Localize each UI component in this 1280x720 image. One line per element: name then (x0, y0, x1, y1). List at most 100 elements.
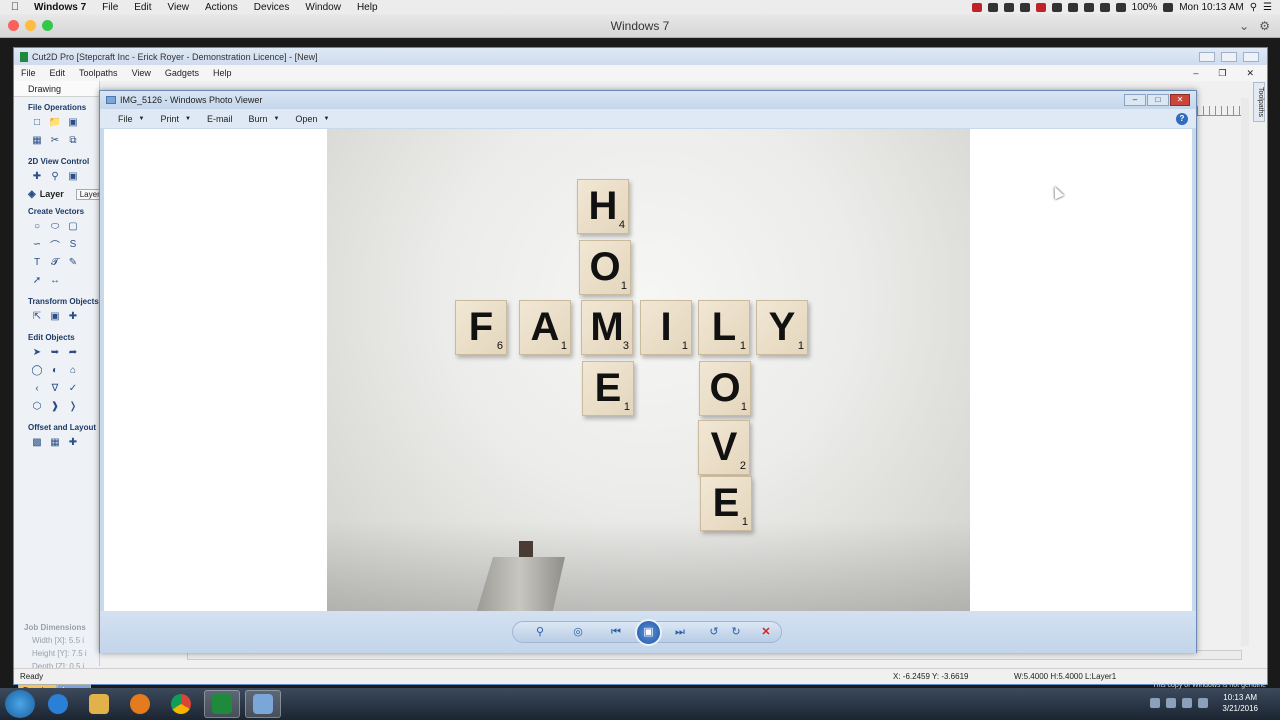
toolpaths-tab[interactable]: Toolpaths (1253, 82, 1265, 122)
auto-layout-text-icon[interactable]: ✎ (66, 255, 80, 269)
viewer-menu-email[interactable]: E-mail (199, 114, 241, 124)
mac-menu-edit[interactable]: Edit (126, 2, 159, 13)
mdi-minimize-icon[interactable]: – (1186, 68, 1205, 79)
volume-icon[interactable] (1083, 2, 1094, 12)
curve-fit-icon[interactable]: ❱ (48, 399, 62, 413)
tray-network-icon[interactable] (1166, 698, 1176, 708)
taskbar-cut2d[interactable] (204, 690, 240, 718)
cut2d-menu-file[interactable]: File (14, 68, 43, 78)
cut-icon[interactable]: ✂ (48, 133, 62, 147)
trim-icon[interactable]: ⌂ (66, 363, 80, 377)
dropbox-icon[interactable] (1003, 2, 1014, 12)
extend-icon[interactable]: ❭ (66, 399, 80, 413)
taskbar-photo-viewer[interactable] (245, 690, 281, 718)
array-copy-icon[interactable]: ▦ (48, 435, 62, 449)
mac-app-menu[interactable]: Windows 7 (30, 2, 94, 13)
mdi-close-icon[interactable]: ✕ (1239, 68, 1261, 79)
close-vectors-icon[interactable]: ⬡ (30, 399, 44, 413)
new-file-icon[interactable]: □ (30, 115, 44, 129)
job-setup-icon[interactable]: ▦ (30, 133, 44, 147)
rotate-ccw-icon[interactable]: ↺ (706, 625, 722, 639)
zoom-magnifier-icon[interactable]: ⚲ (532, 625, 548, 639)
status-red-icon[interactable] (971, 2, 982, 12)
text-tool-icon[interactable]: T (30, 255, 44, 269)
zoom-extents-icon[interactable]: ▣ (66, 169, 80, 183)
start-button-icon[interactable] (5, 690, 35, 718)
mac-menu-file[interactable]: File (94, 2, 126, 13)
actual-size-icon[interactable]: ◎ (570, 625, 586, 639)
arc-tool-icon[interactable]: ⌒ (48, 237, 62, 252)
interactive-select-icon[interactable]: ➦ (66, 345, 80, 359)
viewer-minimize-button[interactable]: – (1124, 94, 1146, 106)
viewer-menu-open[interactable]: Open ▼ (287, 114, 337, 124)
circle-tool-icon[interactable]: ○ (30, 219, 44, 233)
cut2d-minimize-button[interactable] (1199, 51, 1215, 62)
bluetooth-icon[interactable] (1099, 2, 1110, 12)
offset-icon[interactable]: ▩ (30, 435, 44, 449)
mac-menu-actions[interactable]: Actions (197, 2, 246, 13)
parallels-icon[interactable] (1035, 2, 1046, 12)
move-icon[interactable]: ⇱ (30, 309, 44, 323)
curve-tool-icon[interactable]: S (66, 237, 80, 251)
previous-icon[interactable]: ⏮ (608, 625, 624, 639)
taskbar-chrome[interactable] (163, 690, 199, 718)
mac-menu-help[interactable]: Help (349, 2, 386, 13)
viewer-maximize-button[interactable]: □ (1147, 94, 1169, 106)
viewer-close-button[interactable]: ✕ (1170, 94, 1190, 106)
next-icon[interactable]: ⏭ (672, 625, 688, 639)
slideshow-icon[interactable]: ▣ (635, 619, 662, 646)
fillet-icon[interactable]: ‹ (30, 381, 44, 395)
mac-menu-view[interactable]: View (160, 2, 198, 13)
spotlight-icon[interactable]: ⚲ (1250, 2, 1257, 13)
mac-clock[interactable]: Mon 10:13 AM (1179, 2, 1243, 13)
status-eye-icon[interactable] (1019, 2, 1030, 12)
tray-volume-icon[interactable] (1182, 698, 1192, 708)
drawing-tab-header[interactable]: Drawing (14, 81, 99, 97)
cut2d-menu-help[interactable]: Help (206, 68, 239, 78)
apple-icon[interactable]:  (0, 1, 30, 13)
save-icon[interactable]: ▣ (66, 115, 80, 129)
weld-icon[interactable]: ◯ (30, 363, 44, 377)
delete-icon[interactable]: ✕ (758, 625, 774, 639)
subtract-icon[interactable]: ◐ (48, 363, 62, 377)
tray-flag-icon[interactable] (1198, 698, 1208, 708)
cut2d-close-button[interactable] (1243, 51, 1259, 62)
taskbar-explorer[interactable] (81, 690, 117, 718)
taskbar-ie[interactable] (40, 690, 76, 718)
cut2d-menu-gadgets[interactable]: Gadgets (158, 68, 206, 78)
viewer-menu-file[interactable]: File ▼ (110, 114, 152, 124)
text-on-curve-icon[interactable]: 𝓣 (48, 255, 62, 269)
rotate-cw-icon[interactable]: ↻ (728, 625, 744, 639)
node-edit-icon[interactable]: ➥ (48, 345, 62, 359)
align-icon[interactable]: ✚ (66, 309, 80, 323)
cut2d-maximize-button[interactable] (1221, 51, 1237, 62)
copy-icon[interactable]: ⧉ (66, 133, 80, 147)
vertical-scrollbar[interactable] (1241, 98, 1249, 646)
rectangle-tool-icon[interactable]: ▢ (66, 219, 80, 233)
select-icon[interactable]: ➤ (30, 345, 44, 359)
dimension-tool-icon[interactable]: ➚ (30, 273, 44, 287)
polyline-tool-icon[interactable]: ∽ (30, 237, 44, 251)
tray-up-icon[interactable] (1150, 698, 1160, 708)
mdi-restore-icon[interactable]: ❐ (1211, 68, 1233, 79)
taskbar-clock[interactable]: 10:13 AM 3/21/2016 (1222, 692, 1258, 714)
taskbar-media[interactable] (122, 690, 158, 718)
help-icon[interactable]: ? (1176, 112, 1188, 125)
viewer-menu-print[interactable]: Print ▼ (152, 114, 198, 124)
mac-menu-window[interactable]: Window (297, 2, 349, 13)
measure-tool-icon[interactable]: ↔ (48, 273, 62, 287)
mac-menu-devices[interactable]: Devices (246, 2, 298, 13)
time-machine-icon[interactable] (1067, 2, 1078, 12)
scale-icon[interactable]: ▣ (48, 309, 62, 323)
nesting-icon[interactable]: ✚ (66, 435, 80, 449)
cut2d-menu-view[interactable]: View (125, 68, 158, 78)
cut2d-menu-toolpaths[interactable]: Toolpaths (72, 68, 125, 78)
mirror-icon[interactable]: ∇ (48, 381, 62, 395)
pan-icon[interactable]: ✚ (30, 169, 44, 183)
ellipse-tool-icon[interactable]: ⬭ (48, 219, 62, 233)
wifi-icon[interactable] (1115, 2, 1126, 12)
zoom-icon[interactable]: ⚲ (48, 169, 62, 183)
open-folder-icon[interactable]: 📁 (48, 115, 62, 129)
airplay-icon[interactable] (1051, 2, 1062, 12)
join-icon[interactable]: ✓ (66, 381, 80, 395)
